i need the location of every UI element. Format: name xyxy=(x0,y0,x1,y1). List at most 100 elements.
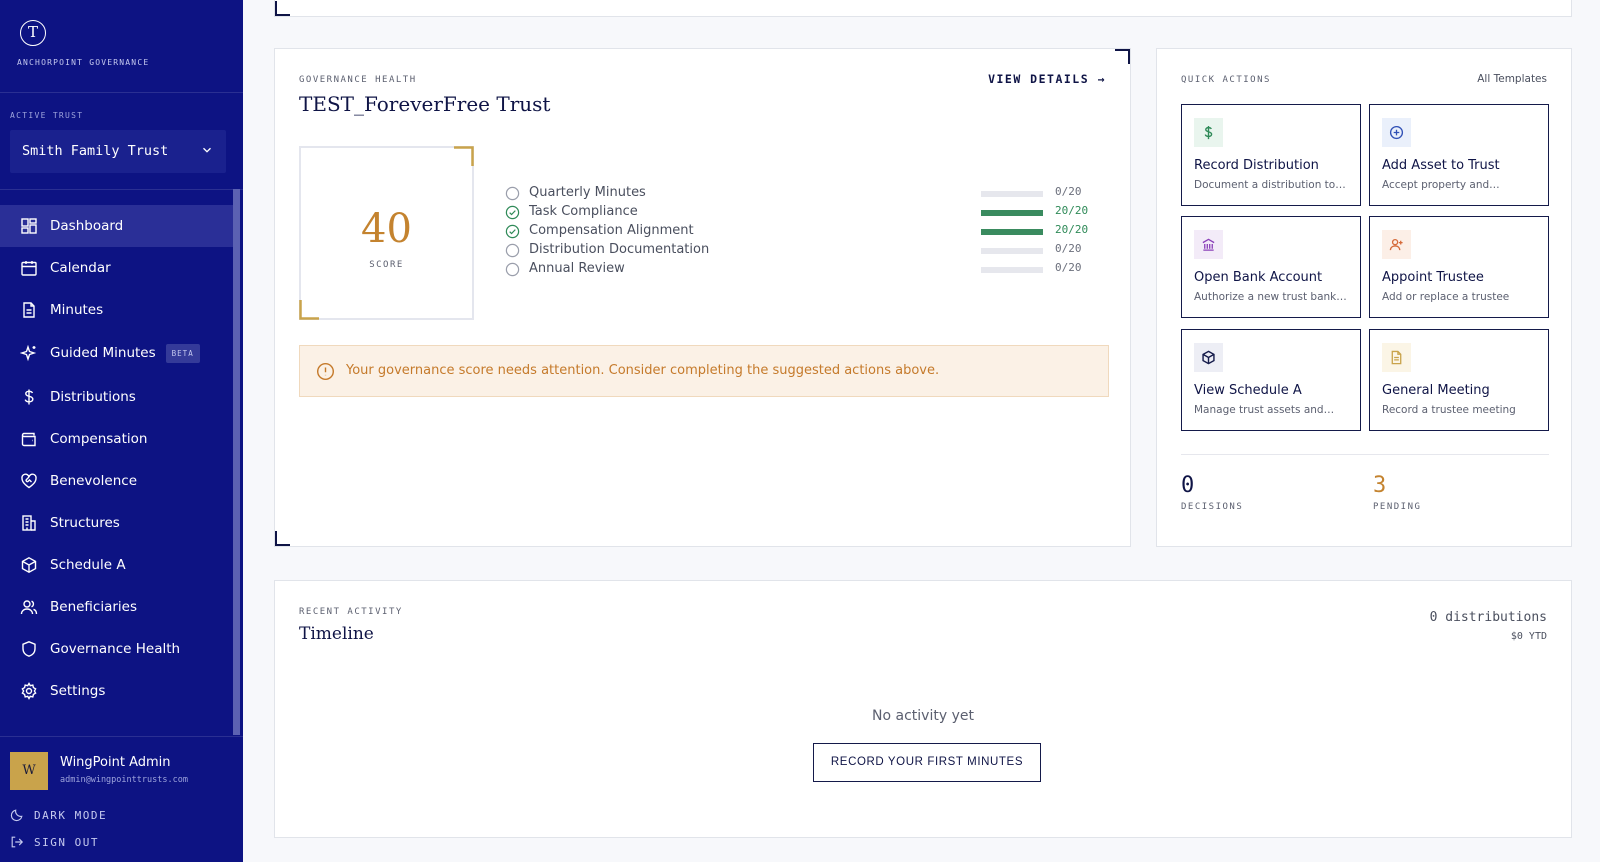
quick-action-desc: Manage trust assets and… xyxy=(1194,404,1335,416)
dashboard-icon xyxy=(20,217,38,235)
sidebar-item-governance-health[interactable]: Governance Health xyxy=(0,628,233,670)
score-value: 40 xyxy=(361,206,412,252)
metric-label: Task Compliance xyxy=(529,204,638,219)
sidebar-item-calendar[interactable]: Calendar xyxy=(0,247,233,289)
governance-alert: Your governance score needs attention. C… xyxy=(299,345,1109,397)
metric-row: Annual Review 0/20 xyxy=(505,260,1110,279)
view-details-link[interactable]: VIEW DETAILS → xyxy=(988,72,1106,86)
shield-icon xyxy=(20,640,38,658)
user-plus-icon xyxy=(1382,230,1411,259)
quick-action-desc: Accept property and… xyxy=(1382,179,1500,191)
quick-action-desc: Add or replace a trustee xyxy=(1382,291,1510,303)
governance-health-card: GOVERNANCE HEALTH TEST_ForeverFree Trust… xyxy=(274,48,1131,547)
dollar-icon xyxy=(20,388,38,406)
score-label: SCORE xyxy=(369,260,404,270)
top-card xyxy=(274,0,1572,17)
quick-action-view-schedule-a[interactable]: View Schedule A Manage trust assets and… xyxy=(1181,329,1361,431)
chevron-down-icon xyxy=(203,147,211,153)
metric-row: Quarterly Minutes 0/20 xyxy=(505,184,1110,203)
alert-text: Your governance score needs attention. C… xyxy=(346,363,940,378)
circle-outline-icon xyxy=(505,243,520,258)
brand-name: ANCHORPOINT GOVERNANCE xyxy=(17,58,150,67)
moon-icon xyxy=(10,809,23,822)
dark-mode-label: DARK MODE xyxy=(34,808,108,822)
quick-action-appoint-trustee[interactable]: Appoint Trustee Add or replace a trustee xyxy=(1369,216,1549,318)
quick-action-desc: Authorize a new trust bank… xyxy=(1194,291,1347,303)
sidebar-item-label: Governance Health xyxy=(50,641,181,657)
quick-action-desc: Record a trustee meeting xyxy=(1382,404,1516,416)
quick-action-title: Record Distribution xyxy=(1194,158,1319,173)
sidebar-item-label: Structures xyxy=(50,515,120,531)
quick-action-general-meeting[interactable]: General Meeting Record a trustee meeting xyxy=(1369,329,1549,431)
box-icon xyxy=(20,556,38,574)
metric-row: Task Compliance 20/20 xyxy=(505,203,1110,222)
sidebar-scrollbar[interactable] xyxy=(233,189,240,735)
sidebar-item-benevolence[interactable]: Benevolence xyxy=(0,460,233,502)
empty-state-text: No activity yet xyxy=(872,708,974,724)
sidebar-item-structures[interactable]: Structures xyxy=(0,502,233,544)
building-icon xyxy=(20,514,38,532)
sidebar-item-label: Calendar xyxy=(50,260,111,276)
ytd-total: $0 YTD xyxy=(1510,631,1547,642)
section-eyebrow: QUICK ACTIONS xyxy=(1181,75,1271,85)
section-eyebrow: RECENT ACTIVITY xyxy=(299,607,403,617)
trust-selector[interactable]: Smith Family Trust xyxy=(10,130,226,173)
sparkle-icon xyxy=(20,344,38,362)
sign-out-icon xyxy=(11,836,24,848)
brand-logo[interactable]: T xyxy=(20,20,46,46)
sidebar-item-settings[interactable]: Settings xyxy=(0,670,233,712)
divider xyxy=(0,736,243,737)
sidebar-item-label: Distributions xyxy=(50,389,136,405)
beta-badge: BETA xyxy=(165,343,200,363)
quick-action-open-bank-account[interactable]: Open Bank Account Authorize a new trust … xyxy=(1181,216,1361,318)
sidebar-item-guided-minutes[interactable]: Guided Minutes BETA xyxy=(0,332,233,374)
sign-out-button[interactable]: SIGN OUT xyxy=(10,835,99,849)
sidebar-item-compensation[interactable]: Compensation xyxy=(0,418,233,460)
check-circle-icon xyxy=(505,224,520,239)
stat-pending: 3 PENDING xyxy=(1373,473,1421,512)
sidebar-item-label: Beneficiaries xyxy=(50,599,138,615)
sidebar-item-label: Dashboard xyxy=(50,218,124,234)
gear-icon xyxy=(20,682,38,700)
stat-value: 0 xyxy=(1181,473,1195,498)
brand: T ANCHORPOINT GOVERNANCE xyxy=(0,0,243,93)
sidebar-item-beneficiaries[interactable]: Beneficiaries xyxy=(0,586,233,628)
corner-bracket xyxy=(275,531,290,546)
metric-bar xyxy=(981,229,1043,235)
sidebar-item-distributions[interactable]: Distributions xyxy=(0,376,233,418)
metric-bar-fill xyxy=(981,210,1043,216)
metric-bar xyxy=(981,210,1043,216)
metric-value: 0/20 xyxy=(1055,261,1082,274)
user-email: admin@wingpointtrusts.com xyxy=(60,775,188,785)
quick-action-record-distribution[interactable]: Record Distribution Document a distribut… xyxy=(1181,104,1361,206)
divider xyxy=(0,189,243,190)
check-circle-icon xyxy=(505,205,520,220)
metric-bar-fill xyxy=(981,229,1043,235)
divider xyxy=(1181,454,1549,455)
record-first-minutes-button[interactable]: RECORD YOUR FIRST MINUTES xyxy=(813,743,1041,782)
document-icon xyxy=(20,301,38,319)
metric-value: 20/20 xyxy=(1055,204,1089,217)
sidebar-item-dashboard[interactable]: Dashboard xyxy=(0,205,233,247)
metric-value: 20/20 xyxy=(1055,223,1089,236)
corner-bracket xyxy=(275,1,290,16)
active-trust-label: ACTIVE TRUST xyxy=(10,111,84,120)
sidebar-item-schedule-a[interactable]: Schedule A xyxy=(0,544,233,586)
metric-value: 0/20 xyxy=(1055,185,1082,198)
quick-action-add-asset[interactable]: Add Asset to Trust Accept property and… xyxy=(1369,104,1549,206)
sidebar-item-label: Benevolence xyxy=(50,473,138,489)
dark-mode-toggle[interactable]: DARK MODE xyxy=(10,808,107,822)
stat-decisions: 0 DECISIONS xyxy=(1181,473,1243,512)
sidebar-item-minutes[interactable]: Minutes xyxy=(0,289,233,331)
corner-bracket xyxy=(299,300,319,320)
alert-circle-icon xyxy=(316,362,335,381)
metric-bar xyxy=(981,267,1043,273)
trust-title: TEST_ForeverFree Trust xyxy=(299,92,551,116)
avatar[interactable]: W xyxy=(10,752,48,790)
metric-bar xyxy=(981,248,1043,254)
heart-handshake-icon xyxy=(20,472,38,490)
all-templates-link[interactable]: All Templates xyxy=(1477,73,1547,85)
score-box: 40 SCORE xyxy=(299,146,474,320)
distributions-count: 0 distributions xyxy=(1429,610,1547,625)
document-icon xyxy=(1382,343,1411,372)
